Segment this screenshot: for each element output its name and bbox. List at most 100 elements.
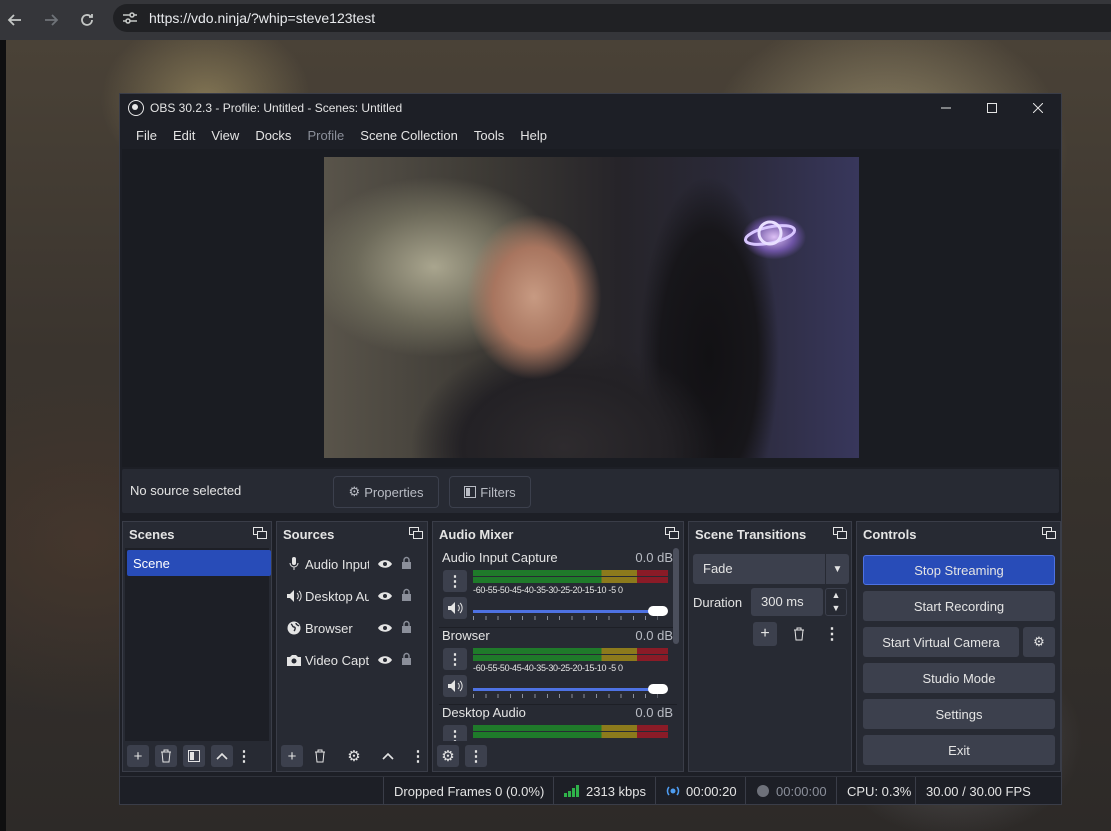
mixer-more-icon[interactable]: ⋮: [465, 745, 487, 767]
site-info-icon[interactable]: [117, 7, 143, 29]
filter-icon: [464, 486, 477, 498]
eye-icon[interactable]: [377, 589, 393, 604]
lock-icon[interactable]: [401, 652, 415, 668]
sources-title: Sources: [283, 526, 335, 542]
filters-label: Filters: [480, 484, 516, 500]
streaming-icon: [666, 786, 680, 796]
channel-menu-icon[interactable]: ⋮: [443, 648, 467, 670]
duration-stepper[interactable]: ▲ ▼: [825, 588, 847, 616]
url-text[interactable]: https://vdo.ninja/?whip=steve123test: [149, 10, 375, 26]
volume-meter: -60-55-50-45-40-35-30-25-20-15-10 -5 0: [473, 570, 668, 595]
menu-bar: File Edit View Docks Profile Scene Colle…: [120, 122, 1061, 148]
minimize-icon[interactable]: [923, 94, 969, 122]
channel-name: Desktop Audio: [442, 705, 526, 720]
remove-transition-icon[interactable]: [787, 622, 811, 646]
add-transition-icon[interactable]: +: [753, 622, 777, 646]
bitrate-value: 2313 kbps: [586, 783, 646, 799]
scene-filters-icon[interactable]: [183, 745, 205, 767]
channel-menu-icon[interactable]: ⋮: [443, 570, 467, 592]
volume-slider[interactable]: [473, 605, 668, 620]
source-item[interactable]: Desktop Audio: [285, 586, 431, 606]
camera-icon: [285, 654, 303, 666]
scene-more-icon[interactable]: ⋮: [237, 745, 252, 767]
lock-icon[interactable]: [401, 556, 415, 572]
lock-icon[interactable]: [401, 620, 415, 636]
properties-button[interactable]: ⚙ Properties: [333, 476, 439, 508]
menu-file[interactable]: File: [128, 128, 165, 143]
start-virtual-camera-button[interactable]: Start Virtual Camera: [863, 627, 1019, 657]
source-item[interactable]: Browser: [285, 618, 431, 638]
start-recording-button[interactable]: Start Recording: [863, 591, 1055, 621]
duration-field[interactable]: 300 ms: [751, 588, 823, 616]
speaker-icon[interactable]: [443, 675, 467, 697]
menu-help[interactable]: Help: [512, 128, 555, 143]
undock-icon[interactable]: [253, 527, 267, 539]
source-properties-icon[interactable]: ⚙: [343, 745, 365, 767]
close-icon[interactable]: [1015, 94, 1061, 122]
duration-label: Duration: [693, 595, 743, 610]
move-source-up-icon[interactable]: [377, 745, 399, 767]
controls-dock: Controls Stop Streaming Start Recording …: [856, 521, 1061, 772]
move-scene-up-icon[interactable]: [211, 745, 233, 767]
transitions-title: Scene Transitions: [695, 526, 807, 542]
source-item[interactable]: Audio Input Capture: [285, 554, 431, 574]
back-arrow-icon[interactable]: [4, 9, 26, 31]
eye-icon[interactable]: [377, 621, 393, 636]
channel-db: 0.0 dB: [635, 705, 673, 720]
undock-icon[interactable]: [665, 527, 679, 539]
undock-icon[interactable]: [833, 527, 847, 539]
preview-area[interactable]: [122, 149, 1059, 467]
menu-profile[interactable]: Profile: [299, 128, 352, 143]
stop-streaming-button[interactable]: Stop Streaming: [863, 555, 1055, 585]
forward-arrow-icon[interactable]: [40, 9, 62, 31]
channel-menu-icon[interactable]: ⋮: [443, 725, 467, 741]
source-item[interactable]: Video Capture Device: [285, 650, 431, 670]
address-bar[interactable]: https://vdo.ninja/?whip=steve123test: [113, 4, 1111, 32]
dropped-frames: Dropped Frames 0 (0.0%): [383, 777, 544, 805]
status-bar: Dropped Frames 0 (0.0%) 2313 kbps 00:00:…: [120, 776, 1061, 805]
gear-icon: ⚙: [348, 484, 361, 499]
mixer-settings-icon[interactable]: ⚙: [437, 745, 459, 767]
transition-select[interactable]: Fade ▼: [693, 554, 849, 584]
controls-title: Controls: [863, 526, 917, 542]
source-name: Desktop Audio: [305, 588, 369, 604]
speaker-icon[interactable]: [443, 597, 467, 619]
undock-icon[interactable]: [1042, 527, 1056, 539]
mixer-channel: Browser 0.0 dB ⋮ -60-55-50-45-40-35-30-2…: [439, 627, 677, 701]
exit-button[interactable]: Exit: [863, 735, 1055, 765]
menu-tools[interactable]: Tools: [466, 128, 512, 143]
mixer-scrollbar[interactable]: [673, 548, 679, 644]
filters-button[interactable]: Filters: [449, 476, 531, 508]
cpu-usage: CPU: 0.3%: [836, 777, 911, 805]
lock-icon[interactable]: [401, 588, 415, 604]
add-source-icon[interactable]: +: [281, 745, 303, 767]
title-bar[interactable]: OBS 30.2.3 - Profile: Untitled - Scenes:…: [120, 94, 1061, 122]
menu-docks[interactable]: Docks: [247, 128, 299, 143]
maximize-icon[interactable]: [969, 94, 1015, 122]
reload-icon[interactable]: [76, 9, 98, 31]
scene-item[interactable]: Scene: [127, 550, 271, 576]
remove-scene-icon[interactable]: [155, 745, 177, 767]
undock-icon[interactable]: [409, 527, 423, 539]
source-more-icon[interactable]: ⋮: [411, 745, 426, 767]
remove-source-icon[interactable]: [309, 745, 331, 767]
menu-scene-collection[interactable]: Scene Collection: [352, 128, 466, 143]
settings-button[interactable]: Settings: [863, 699, 1055, 729]
transition-more-icon[interactable]: ⋮: [820, 622, 844, 646]
channel-db: 0.0 dB: [635, 550, 673, 565]
virtual-camera-settings-icon[interactable]: ⚙: [1023, 627, 1055, 657]
volume-slider[interactable]: [473, 683, 668, 698]
record-icon: [757, 785, 769, 797]
add-scene-icon[interactable]: +: [127, 745, 149, 767]
studio-mode-button[interactable]: Studio Mode: [863, 663, 1055, 693]
properties-label: Properties: [364, 484, 424, 500]
scenes-title: Scenes: [129, 526, 175, 542]
menu-edit[interactable]: Edit: [165, 128, 203, 143]
eye-icon[interactable]: [377, 557, 393, 572]
menu-view[interactable]: View: [203, 128, 247, 143]
eye-icon[interactable]: [377, 653, 393, 668]
fps-status: 30.00 / 30.00 FPS: [915, 777, 1031, 805]
stream-time: 00:00:20: [686, 783, 737, 799]
stream-time-status: 00:00:20: [655, 777, 737, 805]
audio-mixer-dock: Audio Mixer Audio Input Capture 0.0 dB ⋮…: [432, 521, 684, 772]
